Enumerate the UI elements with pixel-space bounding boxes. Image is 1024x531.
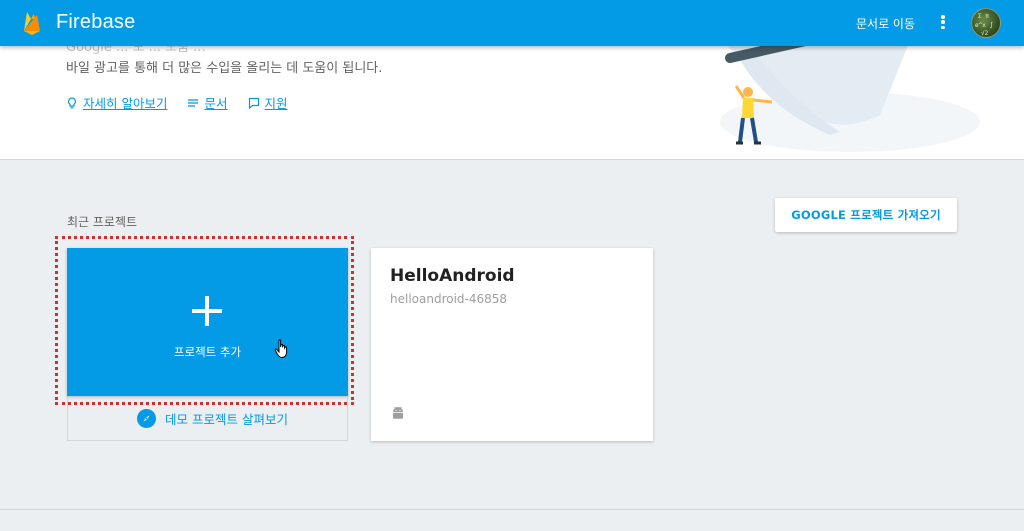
more-vert-icon[interactable]: [937, 14, 949, 32]
recent-projects-heading: 최근 프로젝트: [67, 215, 138, 229]
docs-link[interactable]: 문서: [187, 93, 228, 112]
explore-demo-link[interactable]: 데모 프로젝트 살펴보기: [137, 409, 288, 428]
firebase-logo-icon[interactable]: [22, 10, 42, 36]
android-icon: [393, 406, 403, 419]
user-avatar[interactable]: Σ π e^x ∫ √2: [971, 8, 1001, 38]
compass-icon: [137, 409, 156, 428]
project-name: HelloAndroid: [390, 266, 515, 286]
project-id: helloandroid-46858: [390, 292, 508, 306]
go-to-docs-link[interactable]: 문서로 이동: [856, 15, 915, 32]
app-brand[interactable]: Firebase: [56, 11, 135, 34]
support-link[interactable]: 지원: [248, 93, 288, 112]
hero-links: 자세히 알아보기 문서 지원: [66, 93, 288, 112]
hero-description: 바일 광고를 통해 더 많은 수입을 올리는 데 도움이 됩니다.: [66, 61, 383, 76]
lightbulb-icon: [68, 96, 76, 108]
project-card-helloandroid[interactable]: HelloAndroid helloandroid-46858: [371, 248, 653, 441]
support-label: 지원: [264, 96, 288, 111]
import-google-project-button[interactable]: GOOGLE 프로젝트 가져오기: [775, 198, 957, 232]
app-bar: Firebase 문서로 이동 Σ π e^x ∫ √2: [0, 0, 1024, 46]
footer-divider: [0, 509, 1024, 510]
explore-demo-label: 데모 프로젝트 살펴보기: [165, 412, 288, 427]
learn-more-link[interactable]: 자세히 알아보기: [66, 93, 167, 112]
chat-icon: [248, 97, 259, 109]
hero-illustration: [720, 40, 980, 152]
list-icon: [188, 98, 199, 107]
selection-highlight: [55, 236, 354, 405]
docs-label: 문서: [204, 96, 228, 111]
learn-more-label: 자세히 알아보기: [83, 96, 168, 111]
